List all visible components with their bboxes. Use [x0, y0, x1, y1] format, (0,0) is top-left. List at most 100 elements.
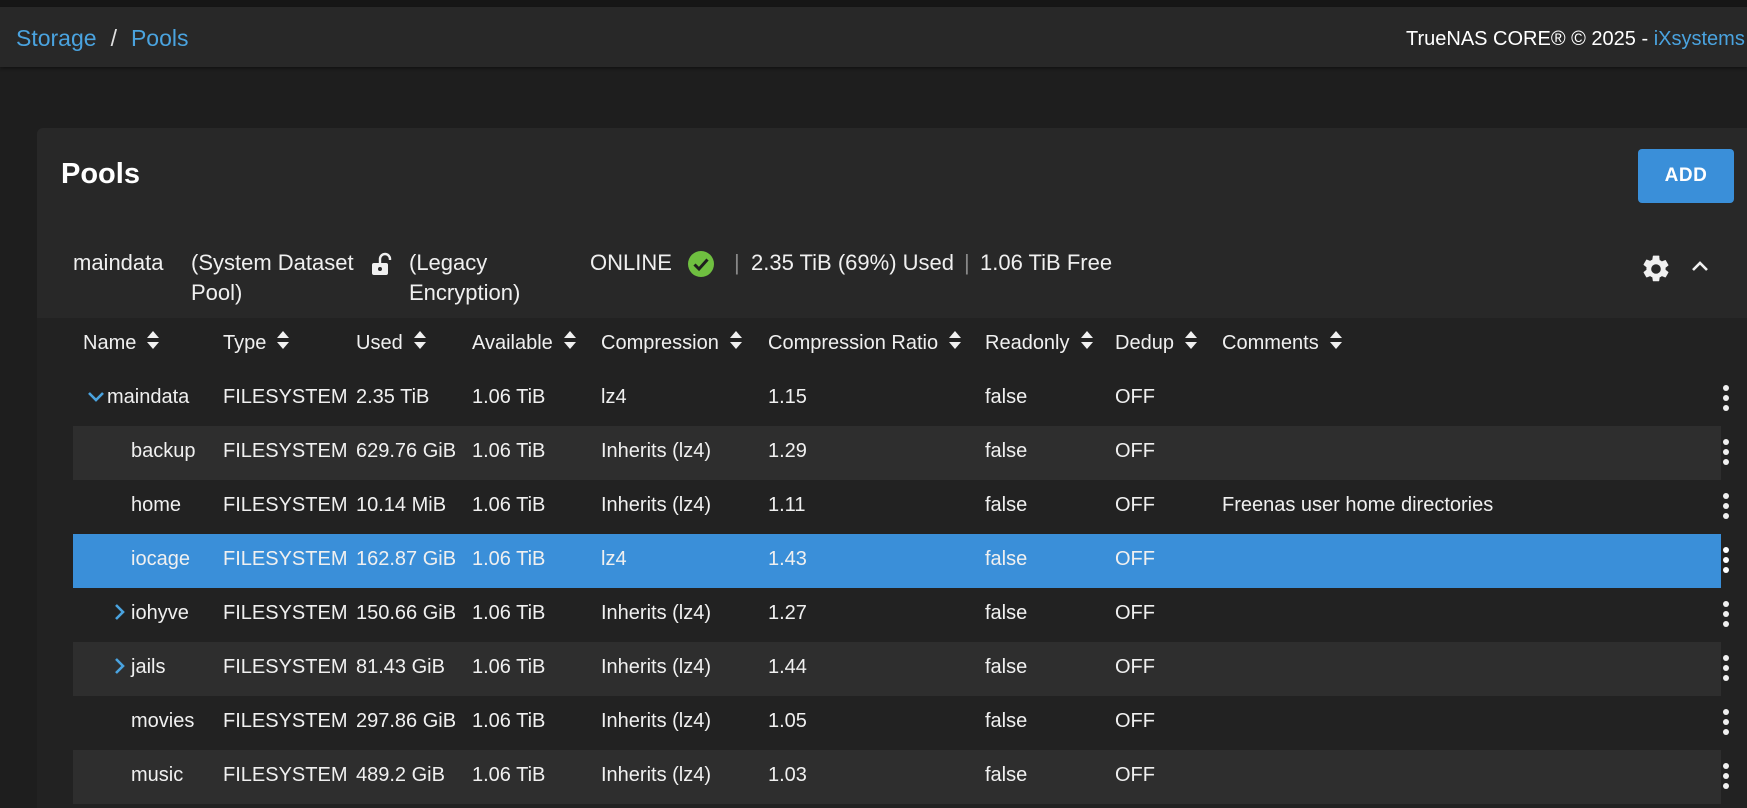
- column-header-dedup[interactable]: Dedup: [1115, 330, 1198, 356]
- cell-dedup: OFF: [1115, 494, 1155, 516]
- top-bar: Storage / Pools TrueNAS CORE® © 2025 - iXs…: [0, 7, 1747, 67]
- pools-card: Pools ADD maindata (System Dataset Pool)…: [37, 128, 1747, 808]
- cell-available: 1.06 TiB: [472, 386, 546, 408]
- cell-compression: Inherits (lz4): [601, 764, 712, 786]
- pool-status: ONLINE: [590, 250, 672, 275]
- pool-name: maindata: [73, 250, 164, 275]
- cell-compression: Inherits (lz4): [601, 710, 712, 732]
- system-dataset-label: (System Dataset Pool): [191, 250, 354, 305]
- cell-readonly: false: [985, 656, 1028, 678]
- table-row-jails[interactable]: jails FILESYSTEM 81.43 GiB 1.06 TiB Inhe…: [73, 642, 1729, 696]
- window-top-strip: [0, 0, 1747, 7]
- cell-compression: Inherits (lz4): [601, 656, 712, 678]
- table-row-movies[interactable]: movies FILESYSTEM 297.86 GiB 1.06 TiB In…: [73, 696, 1729, 750]
- sort-icon: [146, 330, 160, 356]
- cell-ratio: 1.05: [768, 710, 807, 732]
- more-vert-icon[interactable]: [1722, 762, 1730, 795]
- more-vert-icon[interactable]: [1722, 654, 1730, 687]
- cell-type: FILESYSTEM: [223, 602, 348, 624]
- cell-compression: Inherits (lz4): [601, 602, 712, 624]
- table-row-backup[interactable]: backup FILESYSTEM 629.76 GiB 1.06 TiB In…: [73, 426, 1729, 480]
- cell-name: maindata: [107, 386, 190, 408]
- chevron-up-icon[interactable]: [1689, 255, 1711, 285]
- column-header-type[interactable]: Type: [223, 330, 290, 356]
- cell-compression: lz4: [601, 548, 627, 570]
- cell-available: 1.06 TiB: [472, 440, 546, 462]
- column-header-name[interactable]: Name: [83, 330, 160, 356]
- cell-readonly: false: [985, 494, 1028, 516]
- sort-icon: [1080, 330, 1094, 356]
- cell-used: 162.87 GiB: [356, 548, 457, 570]
- check-circle-icon: [687, 250, 715, 286]
- cell-type: FILESYSTEM: [223, 710, 348, 732]
- table-row-iohyve[interactable]: iohyve FILESYSTEM 150.66 GiB 1.06 TiB In…: [73, 588, 1729, 642]
- cell-used: 150.66 GiB: [356, 602, 457, 624]
- table-row-music[interactable]: music FILESYSTEM 489.2 GiB 1.06 TiB Inhe…: [73, 750, 1729, 804]
- cell-readonly: false: [985, 710, 1028, 732]
- cell-compression: Inherits (lz4): [601, 440, 712, 462]
- breadcrumb: Storage / Pools: [16, 25, 189, 52]
- cell-used: 2.35 TiB: [356, 386, 430, 408]
- more-vert-icon[interactable]: [1722, 708, 1730, 741]
- breadcrumb-storage-link[interactable]: Storage: [16, 25, 97, 51]
- cell-name: iocage: [131, 548, 190, 570]
- cell-type: FILESYSTEM: [223, 440, 348, 462]
- cell-readonly: false: [985, 440, 1028, 462]
- sort-icon: [276, 330, 290, 356]
- copyright-text: TrueNAS CORE® © 2025 -: [1406, 28, 1654, 50]
- cell-dedup: OFF: [1115, 656, 1155, 678]
- more-vert-icon[interactable]: [1722, 384, 1730, 417]
- chevron-right-icon[interactable]: [109, 602, 129, 627]
- cell-readonly: false: [985, 386, 1028, 408]
- sort-icon: [413, 330, 427, 356]
- more-vert-icon[interactable]: [1722, 600, 1730, 633]
- cell-type: FILESYSTEM: [223, 764, 348, 786]
- cell-used: 489.2 GiB: [356, 764, 445, 786]
- sort-icon: [563, 330, 577, 356]
- cell-name: movies: [131, 710, 195, 732]
- cell-ratio: 1.03: [768, 764, 807, 786]
- ixsystems-link[interactable]: iXsystems: [1654, 28, 1745, 50]
- cell-dedup: OFF: [1115, 602, 1155, 624]
- more-vert-icon[interactable]: [1722, 438, 1730, 471]
- cell-used: 10.14 MiB: [356, 494, 447, 516]
- status-separator: |: [964, 250, 970, 275]
- column-header-used[interactable]: Used: [356, 330, 427, 356]
- cell-ratio: 1.15: [768, 386, 807, 408]
- cell-readonly: false: [985, 548, 1028, 570]
- cell-name: home: [131, 494, 182, 516]
- copyright-notice: TrueNAS CORE® © 2025 - iXsystems: [1406, 28, 1745, 51]
- cell-ratio: 1.29: [768, 440, 807, 462]
- column-header-compression[interactable]: Compression: [601, 330, 743, 356]
- breadcrumb-separator: /: [110, 25, 117, 51]
- cell-compression: lz4: [601, 386, 627, 408]
- unlock-icon[interactable]: [371, 252, 393, 284]
- column-header-comments[interactable]: Comments: [1222, 330, 1343, 356]
- breadcrumb-pools-link[interactable]: Pools: [131, 25, 189, 51]
- cell-ratio: 1.44: [768, 656, 807, 678]
- more-vert-icon[interactable]: [1722, 492, 1730, 525]
- cell-used: 297.86 GiB: [356, 710, 457, 732]
- cell-ratio: 1.11: [768, 494, 806, 516]
- table-header: Name Type Used Available Compression Com…: [37, 318, 1747, 372]
- table-row-home[interactable]: home FILESYSTEM 10.14 MiB 1.06 TiB Inher…: [73, 480, 1729, 534]
- table-row-iocage[interactable]: iocage FILESYSTEM 162.87 GiB 1.06 TiB lz…: [73, 534, 1729, 588]
- chevron-down-icon[interactable]: [86, 386, 106, 411]
- cell-type: FILESYSTEM: [223, 494, 348, 516]
- gear-icon[interactable]: [1640, 253, 1672, 293]
- cell-dedup: OFF: [1115, 548, 1155, 570]
- column-header-available[interactable]: Available: [472, 330, 577, 356]
- more-vert-icon[interactable]: [1722, 546, 1730, 579]
- cell-type: FILESYSTEM: [223, 656, 348, 678]
- pool-free: 1.06 TiB Free: [980, 250, 1113, 275]
- column-header-compression-ratio[interactable]: Compression Ratio: [768, 330, 962, 356]
- cell-readonly: false: [985, 602, 1028, 624]
- chevron-right-icon[interactable]: [109, 656, 129, 681]
- add-pool-button[interactable]: ADD: [1638, 149, 1734, 203]
- table-row-maindata[interactable]: maindata FILESYSTEM 2.35 TiB 1.06 TiB lz…: [73, 372, 1729, 426]
- column-header-readonly[interactable]: Readonly: [985, 330, 1094, 356]
- cell-dedup: OFF: [1115, 386, 1155, 408]
- cell-available: 1.06 TiB: [472, 602, 546, 624]
- page-title: Pools: [61, 158, 140, 190]
- sort-icon: [729, 330, 743, 356]
